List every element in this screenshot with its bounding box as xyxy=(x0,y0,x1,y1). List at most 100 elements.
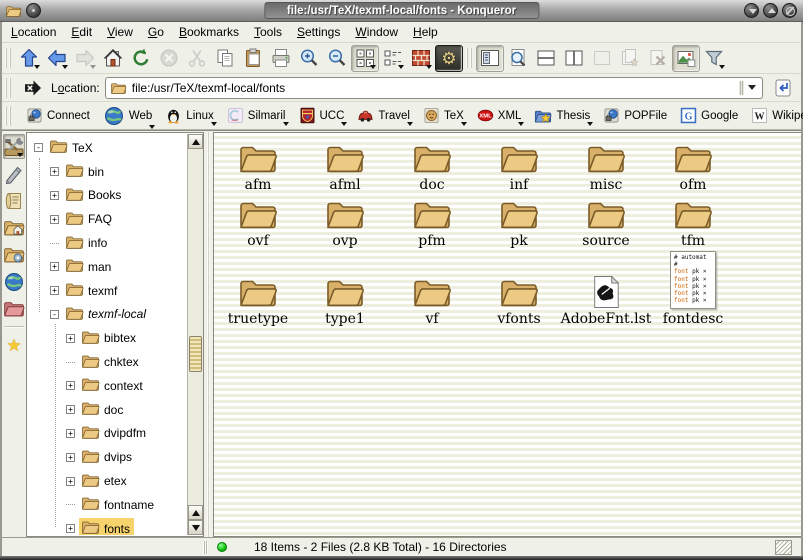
titlebar[interactable]: file:/usr/TeX/texmf-local/fonts - Konque… xyxy=(0,0,803,22)
tree-item-dvips[interactable]: +dvips xyxy=(28,445,186,469)
scroll-up-button[interactable] xyxy=(188,134,203,149)
scroll-up-button-2[interactable] xyxy=(188,505,203,520)
tree-expander-icon[interactable]: - xyxy=(50,310,59,319)
bookmark-connect[interactable]: Connect xyxy=(24,106,92,125)
bookmark-popfile[interactable]: POPFile xyxy=(601,106,669,125)
tree-item-info[interactable]: info xyxy=(28,231,186,255)
copy-button[interactable] xyxy=(211,45,239,72)
tree-expander-icon[interactable]: + xyxy=(66,334,75,343)
tree-expander-icon[interactable]: + xyxy=(66,429,75,438)
tree-item-texmf[interactable]: +texmf xyxy=(28,279,186,303)
folder-type1[interactable]: type1 xyxy=(303,249,387,327)
sidebar-button-configure[interactable] xyxy=(3,134,25,159)
reload-button[interactable] xyxy=(127,45,155,72)
sidebar-button-root-directory[interactable] xyxy=(3,296,25,321)
icon-view-button[interactable] xyxy=(351,45,379,72)
tree-scrollbar[interactable] xyxy=(187,134,203,535)
sidebar-button-bookmarks[interactable]: ★ xyxy=(3,333,25,358)
tree-item-bibtex[interactable]: +bibtex xyxy=(28,326,186,350)
tree-item-context[interactable]: +context xyxy=(28,374,186,398)
bookmark-google[interactable]: GGoogle xyxy=(678,106,740,125)
tree-expander-icon[interactable]: + xyxy=(50,167,59,176)
resize-grip-icon[interactable] xyxy=(775,540,792,555)
tree-item-fontname[interactable]: fontname xyxy=(28,493,186,517)
tree-item-texmf-local[interactable]: -texmf-local xyxy=(28,303,186,327)
menu-bookmarks[interactable]: Bookmarks xyxy=(179,25,239,39)
menu-view[interactable]: View xyxy=(107,25,133,39)
bookmark-xml[interactable]: XMLXML xyxy=(475,106,524,125)
menu-help[interactable]: Help xyxy=(413,25,438,39)
bookmark-travel[interactable]: Travel xyxy=(355,106,412,125)
tree-expander-icon[interactable]: + xyxy=(50,215,59,224)
sidebar-button-services[interactable] xyxy=(3,242,25,267)
maximize-button[interactable] xyxy=(763,3,778,18)
tree-item-books[interactable]: +Books xyxy=(28,184,186,208)
tree-expander-icon[interactable]: + xyxy=(66,381,75,390)
scroll-down-button[interactable] xyxy=(188,520,203,535)
bookmark-web[interactable]: Web xyxy=(101,104,154,128)
filter-button[interactable] xyxy=(700,45,728,72)
tree-expander-icon[interactable]: + xyxy=(66,405,75,414)
bookmark-linux[interactable]: Linux xyxy=(163,106,216,125)
tree-item-man[interactable]: +man xyxy=(28,255,186,279)
bookmark-silmaril[interactable]: Silmaril xyxy=(225,106,288,125)
tree-expander-icon[interactable]: + xyxy=(50,262,59,271)
zoom-in-button[interactable] xyxy=(295,45,323,72)
folder-tfm[interactable]: tfm xyxy=(651,195,735,249)
sidebar-button-network[interactable] xyxy=(3,269,25,294)
clear-location-button[interactable] xyxy=(20,74,46,101)
panel-splitter[interactable] xyxy=(204,132,213,537)
file-adobefnt.lst[interactable]: AdobeFnt.lst xyxy=(564,249,648,327)
bricks-view-button[interactable] xyxy=(407,45,435,72)
tree-item-chktex[interactable]: chktex xyxy=(28,350,186,374)
folder-ofm[interactable]: ofm xyxy=(651,139,735,193)
tree-expander-icon[interactable]: + xyxy=(50,286,59,295)
split-top-bottom-button[interactable] xyxy=(532,45,560,72)
location-toolbar-grip[interactable] xyxy=(5,78,12,98)
paste-button[interactable] xyxy=(239,45,267,72)
home-button[interactable] xyxy=(99,45,127,72)
menu-edit[interactable]: Edit xyxy=(71,25,92,39)
tree-expander-icon[interactable]: + xyxy=(50,191,59,200)
folder-inf[interactable]: inf xyxy=(477,139,561,193)
bookmark-wikipedia[interactable]: WWikipedia xyxy=(749,106,803,125)
menu-tools[interactable]: Tools xyxy=(254,25,282,39)
gear-mode-button[interactable]: ⚙ xyxy=(435,45,463,72)
folder-vfonts[interactable]: vfonts xyxy=(477,249,561,327)
back-button[interactable] xyxy=(43,45,71,72)
folder-pk[interactable]: pk xyxy=(477,195,561,249)
folder-vf[interactable]: vf xyxy=(390,249,474,327)
file-fontdesc[interactable]: # automat#font pk ×font pk ×font pk ×fon… xyxy=(651,249,735,327)
image-preview-button[interactable] xyxy=(672,45,700,72)
window-menu-button[interactable] xyxy=(26,3,41,18)
location-value[interactable]: file:/usr/TeX/texmf-local/fonts xyxy=(132,81,731,95)
tree-item-dvipdfm[interactable]: +dvipdfm xyxy=(28,422,186,446)
scrollbar-thumb[interactable] xyxy=(189,336,202,372)
bookmarks-toolbar-grip[interactable] xyxy=(5,106,12,126)
folder-truetype[interactable]: truetype xyxy=(216,249,300,327)
location-input[interactable]: file:/usr/TeX/texmf-local/fonts xyxy=(105,77,763,99)
split-left-right-button[interactable] xyxy=(560,45,588,72)
folder-ovf[interactable]: ovf xyxy=(216,195,300,249)
menu-window[interactable]: Window xyxy=(355,25,398,39)
close-button[interactable] xyxy=(782,3,797,18)
list-view-button[interactable] xyxy=(379,45,407,72)
find-file-button[interactable] xyxy=(504,45,532,72)
menu-location[interactable]: Location xyxy=(11,25,56,39)
tree-item-tex[interactable]: -TeX xyxy=(28,136,186,160)
go-button[interactable] xyxy=(770,75,796,101)
navigation-panel-button[interactable] xyxy=(476,45,504,72)
location-dropdown-arrow[interactable] xyxy=(736,78,762,98)
tree-item-etex[interactable]: +etex xyxy=(28,469,186,493)
tree-item-doc[interactable]: +doc xyxy=(28,398,186,422)
tree-expander-icon[interactable]: + xyxy=(66,453,75,462)
bookmark-tex[interactable]: TeX xyxy=(421,106,466,125)
sidebar-button-home-directory[interactable] xyxy=(3,215,25,240)
print-button[interactable] xyxy=(267,45,295,72)
folder-afml[interactable]: afml xyxy=(303,139,387,193)
folder-ovp[interactable]: ovp xyxy=(303,195,387,249)
folder-pfm[interactable]: pfm xyxy=(390,195,474,249)
menu-settings[interactable]: Settings xyxy=(297,25,340,39)
tree-expander-icon[interactable]: - xyxy=(34,143,43,152)
sidebar-button-history[interactable] xyxy=(3,188,25,213)
